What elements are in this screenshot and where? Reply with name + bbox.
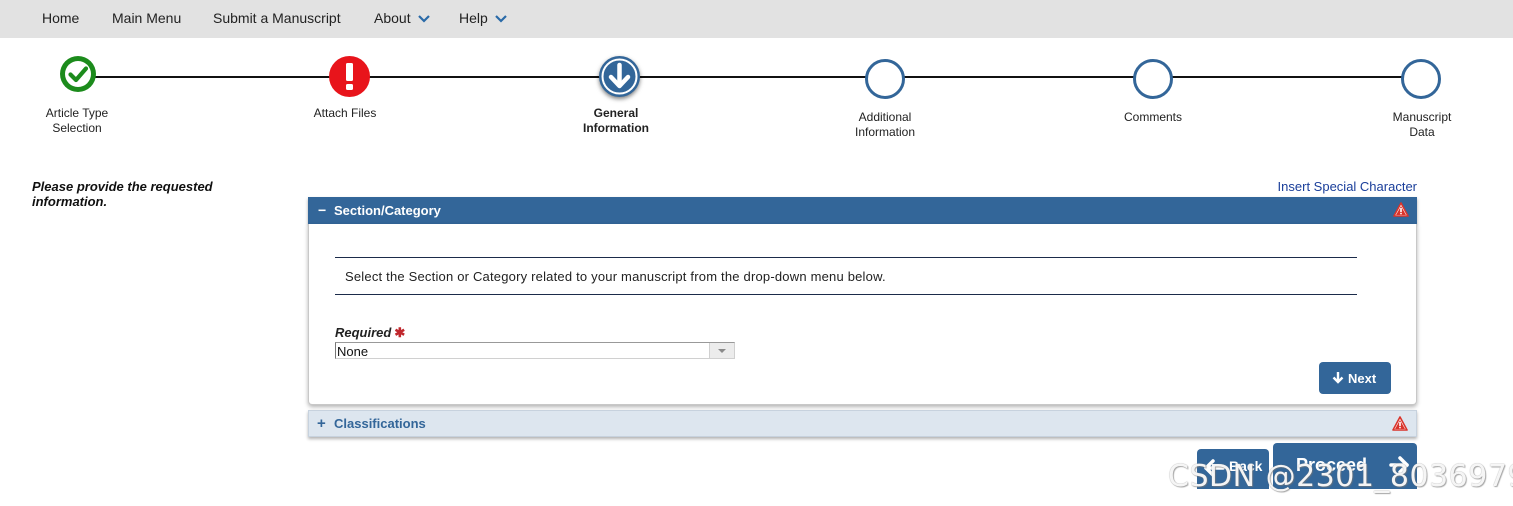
- arrow-down-icon: [601, 58, 638, 95]
- select-value: None: [337, 344, 369, 359]
- nav-about-label: About: [374, 10, 411, 26]
- collapse-icon[interactable]: −: [318, 202, 326, 218]
- step-attach-files[interactable]: [329, 56, 370, 97]
- classifications-panel-header[interactable]: + Classifications: [308, 410, 1417, 437]
- watermark: CSDN @2301_80369794: [1168, 459, 1513, 494]
- section-category-panel-header[interactable]: − Section/Category: [308, 197, 1417, 224]
- divider: [335, 294, 1357, 295]
- check-icon: [65, 61, 91, 87]
- section-category-panel-body: Select the Section or Category related t…: [308, 224, 1417, 405]
- next-button[interactable]: Next: [1319, 362, 1391, 394]
- chevron-down-icon: [495, 15, 507, 23]
- nav-main-menu[interactable]: Main Menu: [112, 10, 181, 26]
- next-label: Next: [1348, 371, 1377, 386]
- step-general-information[interactable]: [599, 56, 640, 97]
- panel-title: Classifications: [334, 416, 426, 431]
- nav-home[interactable]: Home: [42, 10, 79, 26]
- expand-icon[interactable]: +: [317, 415, 326, 432]
- insert-special-character-link[interactable]: Insert Special Character: [1278, 179, 1417, 194]
- step-additional-information[interactable]: [865, 59, 905, 99]
- step-article-type-selection[interactable]: [60, 56, 96, 92]
- warning-icon: [1393, 202, 1409, 217]
- nav-help[interactable]: Help: [459, 10, 508, 26]
- required-star-icon: ✱: [394, 325, 406, 340]
- nav-submit-manuscript[interactable]: Submit a Manuscript: [213, 10, 341, 26]
- panel-title: Section/Category: [334, 203, 441, 218]
- section-instruction-text: Select the Section or Category related t…: [345, 269, 886, 284]
- step-comments[interactable]: [1133, 59, 1173, 99]
- top-navigation: Home Main Menu Submit a Manuscript About…: [0, 0, 1513, 38]
- chevron-down-icon: [417, 15, 430, 23]
- required-text: Required: [335, 325, 392, 340]
- required-label: Required ✱: [335, 325, 405, 341]
- page-instructions: Please provide the requested information…: [32, 179, 213, 209]
- step-label: Attach Files: [313, 106, 377, 120]
- nav-help-label: Help: [459, 10, 488, 26]
- nav-about[interactable]: About: [374, 10, 431, 26]
- divider: [335, 257, 1357, 258]
- select-arrow[interactable]: [709, 343, 734, 358]
- section-category-select[interactable]: None: [335, 342, 735, 359]
- caret-down-icon: [718, 349, 726, 353]
- step-label: Article Type Selection: [45, 106, 109, 135]
- warning-icon: [1392, 416, 1408, 431]
- step-manuscript-data[interactable]: [1401, 59, 1441, 99]
- arrow-down-icon: [1332, 372, 1344, 384]
- progress-line: [80, 76, 1420, 78]
- step-label: General Information: [583, 106, 649, 135]
- step-label: Comments: [1123, 110, 1182, 124]
- step-label: Manuscript Data: [1392, 110, 1452, 139]
- exclamation-icon: [346, 63, 353, 90]
- step-label: Additional Information: [854, 110, 916, 139]
